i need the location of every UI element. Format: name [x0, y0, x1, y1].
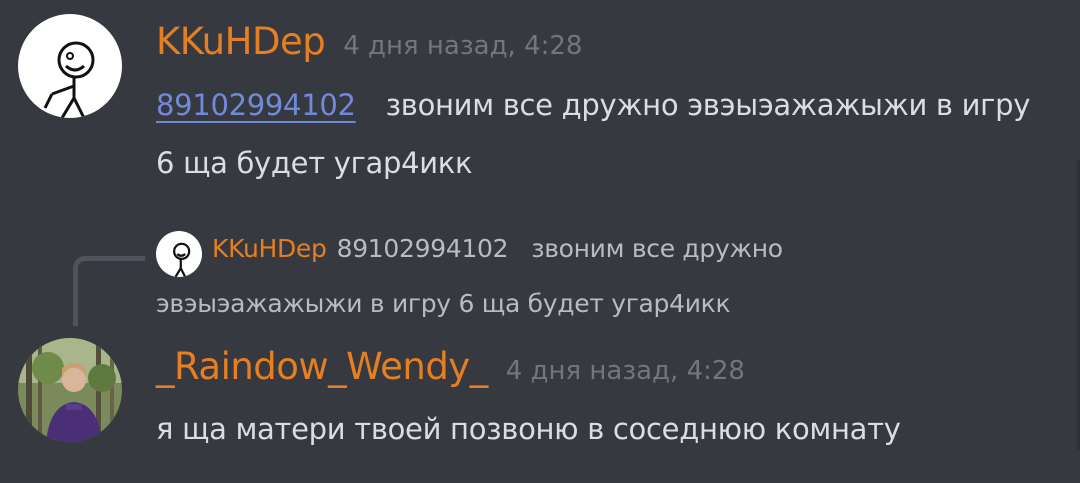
username[interactable]: _Raindow_Wendy_: [156, 345, 488, 388]
message-header: KKuHDep 4 дня назад, 4:28: [156, 20, 582, 63]
timestamp: 4 дня назад, 4:28: [505, 356, 745, 386]
message-content: 89102994102 звоним все дружно эвэыэажажыж…: [156, 76, 1056, 192]
reply-spine: [73, 256, 145, 326]
message-header: _Raindow_Wendy_ 4 дня назад, 4:28: [156, 345, 745, 388]
stick-figure-avatar-icon: [18, 14, 122, 118]
avatar-kkuhdep[interactable]: [18, 14, 122, 118]
reply-username[interactable]: KKuHDep: [212, 234, 327, 263]
timestamp: 4 дня назад, 4:28: [343, 31, 583, 61]
phone-link[interactable]: 89102994102: [156, 88, 356, 122]
photo-avatar-icon: [18, 338, 122, 442]
message-content: я ща матери твоей позвоню в соседнюю ком…: [156, 412, 901, 446]
reply-preview[interactable]: KKuHDep 89102994102 звоним все дружно: [212, 234, 783, 263]
username[interactable]: KKuHDep: [156, 20, 326, 63]
avatar-raindow-wendy[interactable]: [18, 338, 122, 442]
reply-text-line1: 89102994102 звоним все дружно: [336, 234, 783, 263]
reply-text-line2[interactable]: эвэыэажажыжи в игру 6 ща будет угар4икк: [156, 289, 731, 318]
stick-figure-avatar-icon: [156, 231, 202, 277]
reply-avatar[interactable]: [156, 231, 202, 277]
